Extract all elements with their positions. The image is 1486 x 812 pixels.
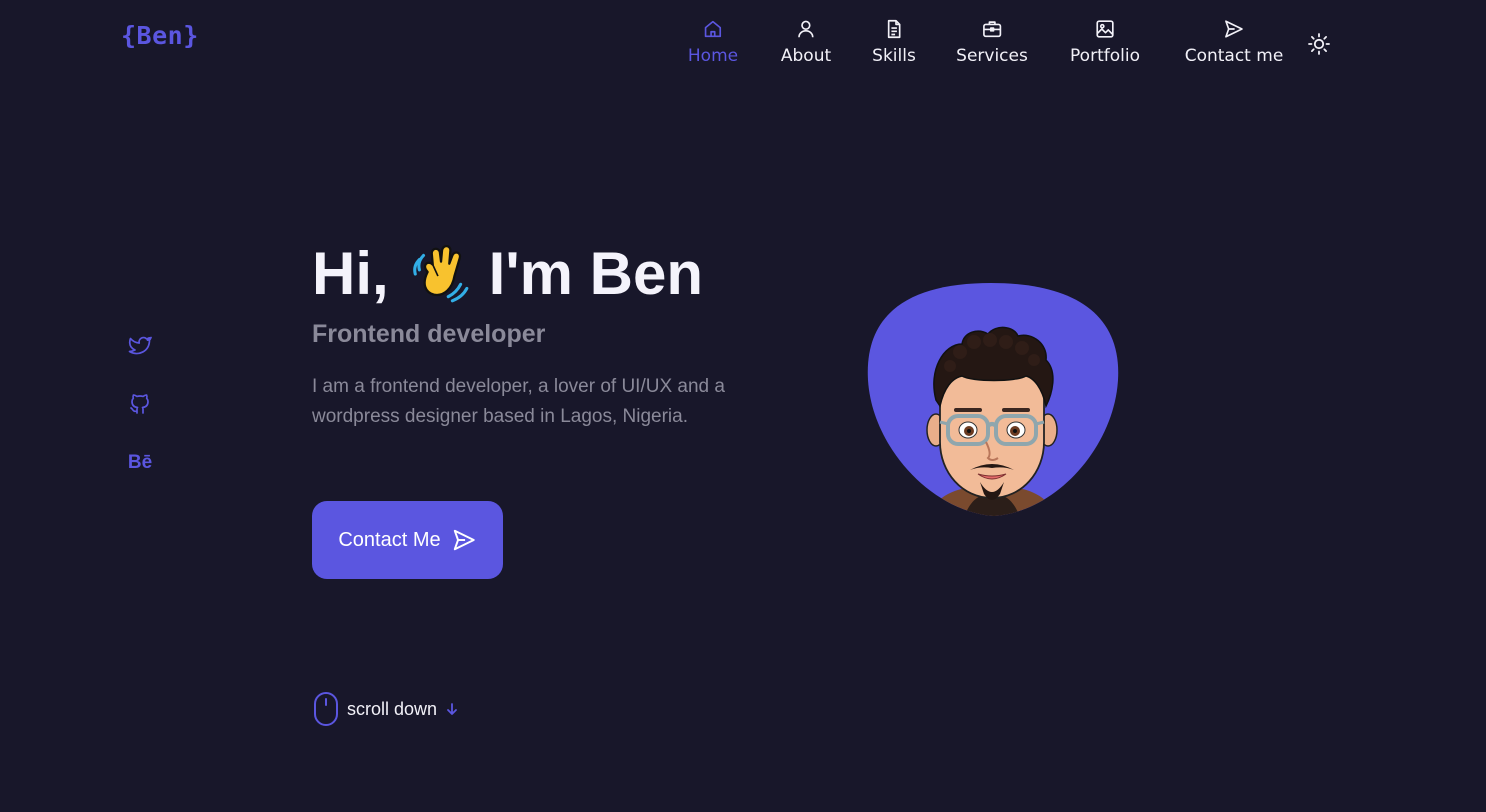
user-icon <box>798 20 814 38</box>
hero-title: Hi, I'm Ben <box>312 236 703 312</box>
nav-label: Portfolio <box>1070 46 1140 66</box>
hero-greeting: Hi, <box>312 240 389 307</box>
twitter-icon <box>128 336 152 355</box>
mouse-icon <box>314 692 338 726</box>
behance-icon: Bē <box>127 452 153 473</box>
scroll-down-label: scroll down <box>347 698 438 719</box>
nav-services[interactable]: Services <box>956 18 1028 74</box>
waving-hand-icon <box>407 241 473 307</box>
image-icon <box>1096 20 1114 38</box>
hero-name: I'm Ben <box>488 240 703 307</box>
nav-skills[interactable]: Skills <box>872 18 916 74</box>
nav-label: Services <box>956 46 1028 66</box>
github-link[interactable] <box>127 391 153 417</box>
contact-me-label: Contact Me <box>338 528 441 551</box>
briefcase-icon <box>982 21 1002 38</box>
home-icon <box>704 20 722 38</box>
nav-about[interactable]: About <box>781 18 831 74</box>
nav-label: Skills <box>872 46 916 66</box>
nav-label: Home <box>687 46 739 66</box>
contact-me-button[interactable]: Contact Me <box>312 501 503 579</box>
nav-portfolio[interactable]: Portfolio <box>1070 18 1140 74</box>
send-icon <box>1225 20 1244 38</box>
nav-contact[interactable]: Contact me <box>1184 18 1284 74</box>
hero-description: I am a frontend developer, a lover of UI… <box>312 376 725 427</box>
twitter-link[interactable] <box>127 333 153 359</box>
sun-icon <box>1308 33 1330 55</box>
arrow-down-icon <box>447 703 457 715</box>
nav-label: About <box>780 46 832 66</box>
scroll-down-button[interactable]: scroll down <box>313 691 459 727</box>
main-nav: Home About Skills Services Portfolio Con… <box>0 0 1486 85</box>
send-icon <box>453 529 475 551</box>
hero-subtitle: Frontend developer <box>312 320 546 348</box>
nav-label: Contact me <box>1184 46 1284 66</box>
nav-home[interactable]: Home <box>688 18 738 74</box>
behance-link[interactable]: Bē <box>127 450 153 476</box>
theme-toggle[interactable] <box>1307 32 1331 56</box>
file-text-icon <box>887 19 901 39</box>
avatar <box>866 282 1120 522</box>
github-icon <box>130 394 149 414</box>
